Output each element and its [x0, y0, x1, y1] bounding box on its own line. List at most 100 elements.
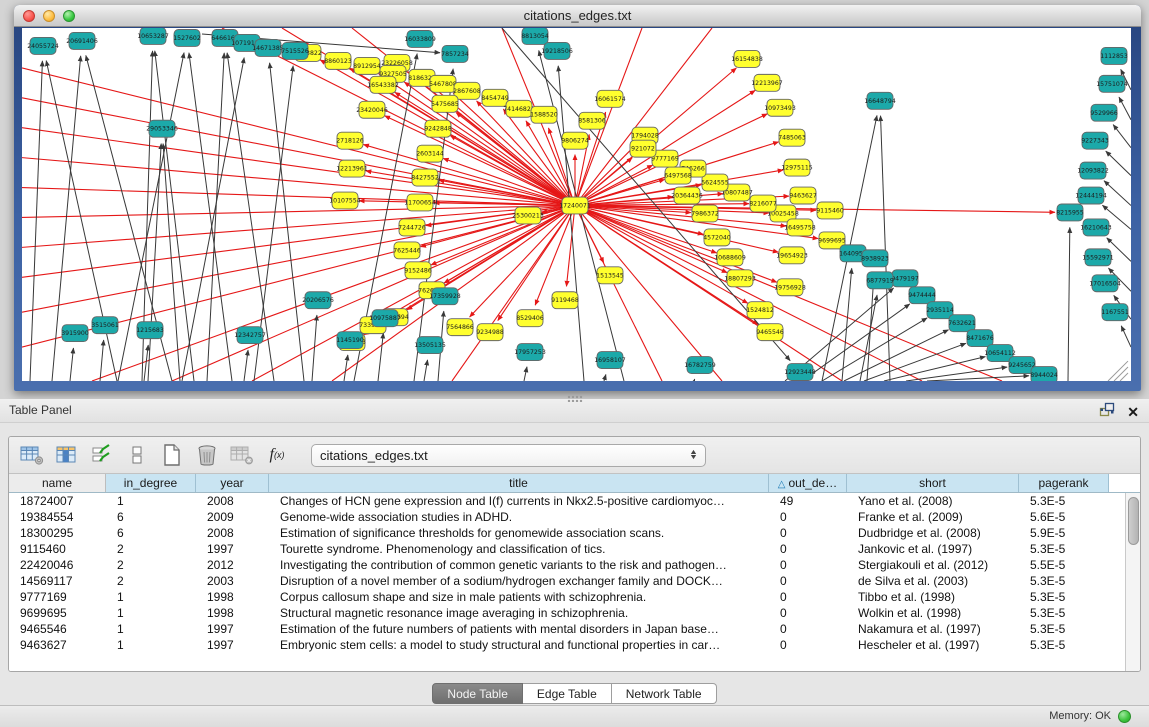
- graph-node[interactable]: 12213967: [751, 74, 783, 91]
- graph-node[interactable]: 7515526: [281, 42, 309, 59]
- graph-node[interactable]: 13505135: [414, 337, 446, 354]
- graph-node[interactable]: 16061574: [594, 90, 626, 107]
- graph-node[interactable]: 4572040: [703, 229, 731, 246]
- table-scrollbar[interactable]: [1125, 493, 1140, 671]
- graph-node[interactable]: 7857234: [441, 45, 469, 62]
- column-header-out_de[interactable]: △out_de…: [769, 474, 847, 492]
- graph-node[interactable]: 10975887: [369, 310, 401, 327]
- close-button[interactable]: [23, 10, 35, 22]
- table-selector[interactable]: citations_edges.txt ▲▼: [311, 444, 706, 467]
- create-table-icon[interactable]: [159, 443, 185, 467]
- graph-node[interactable]: 20206576: [302, 292, 334, 309]
- table-row[interactable]: 1830029562008Estimation of significance …: [9, 525, 1125, 541]
- graph-node[interactable]: 10973493: [764, 99, 796, 116]
- graph-node[interactable]: 1527602: [173, 29, 201, 46]
- graph-node[interactable]: 1513545: [596, 267, 624, 284]
- graph-node[interactable]: 1167551: [1101, 304, 1129, 321]
- graph-node[interactable]: 17016504: [1089, 275, 1121, 292]
- graph-node[interactable]: 9465546: [756, 324, 784, 341]
- tab-edge-table[interactable]: Edge Table: [523, 683, 612, 704]
- graph-node[interactable]: 8581306: [578, 112, 606, 129]
- zoom-button[interactable]: [63, 10, 75, 22]
- table-row[interactable]: 1456911722003Disruption of a novel membe…: [9, 573, 1125, 589]
- graph-node[interactable]: 1588520: [530, 106, 558, 123]
- graph-node[interactable]: 16782759: [684, 357, 716, 374]
- graph-node[interactable]: 15592971: [1082, 249, 1114, 266]
- scrollbar-thumb[interactable]: [1128, 497, 1139, 545]
- graph-node[interactable]: 7485063: [778, 129, 806, 146]
- graph-node[interactable]: 9227343: [1081, 132, 1109, 149]
- graph-node[interactable]: 6877919: [866, 272, 894, 289]
- splitter-grip-icon[interactable]: [567, 395, 583, 402]
- column-header-in_degree[interactable]: in_degree: [106, 474, 196, 492]
- graph-node[interactable]: 16958107: [594, 352, 626, 369]
- table-row[interactable]: 977716911998Corpus callosum shape and si…: [9, 589, 1125, 605]
- graph-node[interactable]: 8860123: [324, 52, 352, 69]
- table-row[interactable]: 969969511998Structural magnetic resonanc…: [9, 605, 1125, 621]
- graph-node[interactable]: 8427552: [411, 169, 439, 186]
- graph-node[interactable]: 3915900: [61, 325, 89, 342]
- network-canvas[interactable]: 7463822886012389129542322605893275051654…: [22, 28, 1131, 381]
- graph-node[interactable]: 9479197: [891, 270, 919, 287]
- tab-node-table[interactable]: Node Table: [432, 683, 523, 704]
- graph-node[interactable]: 8813054: [521, 28, 549, 44]
- resize-grip-icon[interactable]: [1114, 367, 1128, 381]
- graph-node[interactable]: 11700654: [404, 194, 436, 211]
- graph-node[interactable]: 8454749: [481, 89, 509, 106]
- graph-node[interactable]: 18807293: [724, 270, 756, 287]
- graph-node[interactable]: 9152486: [404, 262, 432, 279]
- float-window-icon[interactable]: [1099, 402, 1115, 422]
- graph-node[interactable]: 9474444: [908, 287, 936, 304]
- table-row[interactable]: 911546021997Tourette syndrome. Phenomeno…: [9, 541, 1125, 557]
- column-header-pagerank[interactable]: pagerank: [1019, 474, 1109, 492]
- delete-table-icon[interactable]: [194, 443, 220, 467]
- graph-node[interactable]: 5624555: [701, 174, 729, 191]
- graph-node[interactable]: 12213961: [336, 160, 368, 177]
- graph-node[interactable]: 7632621: [948, 315, 976, 332]
- graph-node[interactable]: 12342757: [234, 327, 266, 344]
- show-columns-icon[interactable]: [54, 443, 80, 467]
- close-panel-icon[interactable]: ✕: [1127, 404, 1139, 420]
- resize-grip-icon[interactable]: [1108, 361, 1128, 381]
- graph-node[interactable]: 1112853: [1100, 47, 1128, 64]
- graph-node[interactable]: 8938923: [861, 250, 889, 267]
- graph-node[interactable]: 25300213: [512, 207, 544, 224]
- table-row[interactable]: 946554611997Estimation of the future num…: [9, 621, 1125, 637]
- graph-node[interactable]: 921072: [630, 140, 656, 157]
- graph-node[interactable]: 9119468: [551, 292, 579, 309]
- graph-node[interactable]: 9806274: [561, 132, 589, 149]
- graph-node[interactable]: 7564866: [446, 319, 474, 336]
- graph-node[interactable]: 12444194: [1075, 187, 1107, 204]
- graph-node[interactable]: 8944024: [1030, 367, 1058, 381]
- graph-node[interactable]: 12975115: [781, 159, 813, 176]
- graph-node[interactable]: 14671385: [252, 39, 284, 56]
- graph-node[interactable]: 16210643: [1080, 219, 1112, 236]
- table-row[interactable]: 1938455462009Genome-wide association stu…: [9, 509, 1125, 525]
- graph-node[interactable]: 15751074: [1096, 75, 1128, 92]
- graph-node[interactable]: 3515061: [91, 317, 119, 334]
- graph-node[interactable]: 8912954: [353, 57, 381, 74]
- graph-node[interactable]: 20691406: [66, 32, 98, 49]
- column-header-short[interactable]: short: [847, 474, 1019, 492]
- graph-node[interactable]: 7986372: [691, 205, 719, 222]
- graph-node[interactable]: 8215955: [1056, 204, 1084, 221]
- graph-node[interactable]: 9463627: [789, 187, 817, 204]
- column-header-title[interactable]: title: [269, 474, 769, 492]
- table-row[interactable]: 946362711997Embryonic stem cells: a mode…: [9, 637, 1125, 653]
- graph-node[interactable]: 17240071: [559, 197, 591, 214]
- graph-node[interactable]: 16495758: [784, 219, 816, 236]
- graph-node[interactable]: 16648794: [864, 92, 896, 109]
- tab-network-table[interactable]: Network Table: [612, 683, 717, 704]
- select-mode-icon[interactable]: [89, 443, 115, 467]
- graph-node[interactable]: 17957253: [514, 344, 546, 361]
- minimize-button[interactable]: [43, 10, 55, 22]
- table-panel-titlebar[interactable]: Table Panel ✕: [0, 399, 1149, 423]
- graph-node[interactable]: 8471676: [966, 330, 994, 347]
- graph-node[interactable]: 9234988: [476, 324, 504, 341]
- graph-node[interactable]: 2603144: [416, 145, 444, 162]
- graph-node[interactable]: 19756928: [774, 279, 806, 296]
- graph-node[interactable]: 9115460: [816, 202, 844, 219]
- graph-node[interactable]: 1524812: [746, 302, 774, 319]
- column-header-name[interactable]: name: [9, 474, 106, 492]
- graph-node[interactable]: 2718126: [336, 132, 364, 149]
